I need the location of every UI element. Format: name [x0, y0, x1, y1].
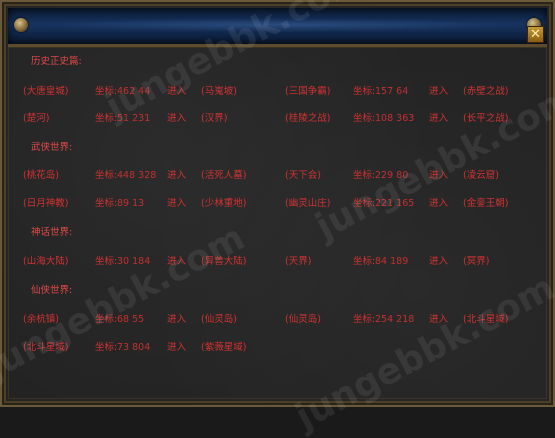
destination-link[interactable]: (少林重地): [201, 196, 246, 212]
coord-value: 68 55: [117, 314, 145, 325]
destination-link[interactable]: (金銮王朝): [463, 196, 508, 212]
section-title: 武侠世界:: [31, 142, 73, 153]
teleport-row: (北斗星域) 坐标: 73 804 进入 (紫薇星域): [9, 340, 546, 356]
teleport-row: (日月神教) 坐标: 89 13 进入 (少林重地) (幽灵山庄) 坐标: 221 165 进入…: [9, 196, 546, 212]
enter-link[interactable]: 进入: [167, 196, 186, 212]
teleport-row: (桃花岛) 坐标: 448 328 进入 (活死人墓) (天下会) 坐标: 229 80 进入(…: [9, 168, 546, 184]
coord-label: 坐标:: [353, 170, 376, 181]
destination-link[interactable]: (冥界): [463, 254, 489, 270]
section-title: 历史正史篇:: [31, 56, 82, 67]
coord-label: 坐标:: [95, 256, 118, 267]
teleport-list-panel: 历史正史篇: (大唐皇城) 坐标: 462 44 进入 (马嵬坡) (三国争霸) 坐标: 157…: [8, 47, 547, 399]
enter-link[interactable]: 进入: [167, 111, 186, 127]
close-button[interactable]: ✕: [527, 26, 544, 43]
map-name: (三国争霸): [285, 86, 331, 97]
map-name: (余杭镇): [23, 314, 59, 325]
map-name: (幽灵山庄): [285, 198, 331, 209]
map-name: (北斗星域): [23, 342, 69, 353]
coord-label: 坐标:: [95, 314, 118, 325]
coord-value: 89 13: [117, 198, 145, 209]
map-name: (楚河): [23, 113, 50, 124]
coord-value: 254 218: [375, 314, 415, 325]
coord-label: 坐标:: [353, 256, 376, 267]
teleport-row: (大唐皇城) 坐标: 462 44 进入 (马嵬坡) (三国争霸) 坐标: 157 64 进入(…: [9, 84, 546, 100]
coord-label: 坐标:: [95, 198, 118, 209]
title-left-ornament-icon: [14, 18, 28, 32]
teleport-row: (山海大陆) 坐标: 30 184 进入 (异兽大陆) (天界) 坐标: 84 189 进入 (冥…: [9, 254, 546, 270]
enter-link[interactable]: 进入: [429, 84, 448, 100]
enter-link[interactable]: 进入: [429, 168, 448, 184]
coord-value: 108 363: [375, 113, 415, 124]
coord-value: 51 231: [117, 113, 151, 124]
map-name: (桃花岛): [23, 170, 59, 181]
coord-value: 84 189: [375, 256, 409, 267]
enter-link[interactable]: 进入: [167, 312, 186, 328]
teleport-row: (余杭镇) 坐标: 68 55 进入 (仙灵岛) (仙灵岛) 坐标: 254 218 进入 (北斗…: [9, 312, 546, 328]
map-name: (天界): [285, 256, 312, 267]
coord-label: 坐标:: [353, 198, 376, 209]
coord-label: 坐标:: [95, 86, 118, 97]
map-name: (仙灵岛): [285, 314, 321, 325]
destination-link[interactable]: (北斗星域): [463, 312, 508, 328]
coord-value: 221 165: [375, 198, 415, 209]
coord-value: 73 804: [117, 342, 151, 353]
coord-value: 462 44: [117, 86, 151, 97]
coord-label: 坐标:: [95, 342, 118, 353]
destination-link[interactable]: (紫薇星域): [201, 340, 246, 356]
enter-link[interactable]: 进入: [429, 254, 448, 270]
destination-link[interactable]: (汉界): [201, 111, 227, 127]
coord-label: 坐标:: [353, 113, 376, 124]
enter-link[interactable]: 进入: [167, 168, 186, 184]
destination-link[interactable]: (马嵬坡): [201, 84, 237, 100]
map-name: (大唐皇城): [23, 86, 69, 97]
destination-link[interactable]: (凌云窟): [463, 168, 499, 184]
enter-link[interactable]: 进入: [167, 84, 186, 100]
enter-link[interactable]: 进入: [167, 340, 186, 356]
destination-link[interactable]: (活死人墓): [201, 168, 246, 184]
coord-label: 坐标:: [353, 86, 376, 97]
destination-link[interactable]: (异兽大陆): [201, 254, 246, 270]
map-name: (山海大陆): [23, 256, 69, 267]
enter-link[interactable]: 进入: [429, 111, 448, 127]
map-name: (日月神教): [23, 198, 69, 209]
coord-value: 229 80: [375, 170, 409, 181]
teleport-window: ✕ 历史正史篇: (大唐皇城) 坐标: 462 44 进入 (马嵬坡) (三国争霸) 坐标: 1…: [0, 0, 555, 438]
section-title: 仙侠世界:: [31, 285, 73, 296]
coord-value: 30 184: [117, 256, 151, 267]
destination-link[interactable]: (仙灵岛): [201, 312, 237, 328]
coord-label: 坐标:: [353, 314, 376, 325]
enter-link[interactable]: 进入: [167, 254, 186, 270]
teleport-row: (楚河) 坐标: 51 231 进入 (汉界) (桂陵之战) 坐标: 108 363 进入 (长平…: [9, 111, 546, 127]
enter-link[interactable]: 进入: [429, 196, 448, 212]
destination-link[interactable]: (赤壁之战): [463, 84, 508, 100]
destination-link[interactable]: (长平之战): [463, 111, 508, 127]
map-name: (天下会): [285, 170, 321, 181]
coord-label: 坐标:: [95, 170, 118, 181]
enter-link[interactable]: 进入: [429, 312, 448, 328]
coord-value: 448 328: [117, 170, 157, 181]
coord-label: 坐标:: [95, 113, 118, 124]
title-bar: [8, 8, 547, 47]
map-name: (桂陵之战): [285, 113, 331, 124]
coord-value: 157 64: [375, 86, 409, 97]
section-title: 神话世界:: [31, 227, 73, 238]
